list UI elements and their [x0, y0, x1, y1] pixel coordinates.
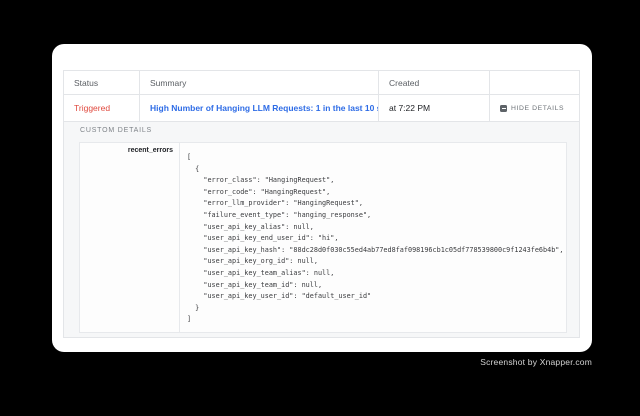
actions-cell: HIDE DETAILS: [490, 95, 579, 121]
custom-details-panel: CUSTOM DETAILS recent_errors [ { "error_…: [63, 122, 580, 338]
column-header-actions: [490, 71, 579, 94]
detail-json-value: [ { "error_class": "HangingRequest", "er…: [180, 143, 566, 332]
table-header-row: Status Summary Created: [63, 70, 580, 95]
alerts-table: Status Summary Created Triggered High Nu…: [63, 70, 580, 338]
column-header-status: Status: [64, 71, 140, 94]
detail-field-name: recent_errors: [80, 143, 180, 332]
minus-square-icon: [500, 105, 507, 112]
hide-details-button[interactable]: HIDE DETAILS: [500, 105, 564, 112]
details-code-box: recent_errors [ { "error_class": "Hangin…: [79, 142, 567, 333]
column-header-summary: Summary: [140, 71, 379, 94]
status-cell: Triggered: [64, 95, 140, 121]
alert-table-row: Triggered High Number of Hanging LLM Req…: [63, 95, 580, 122]
summary-link[interactable]: High Number of Hanging LLM Requests: 1 i…: [150, 103, 379, 113]
created-cell: at 7:22 PM: [379, 95, 490, 121]
created-timestamp: at 7:22 PM: [389, 103, 430, 113]
column-header-created: Created: [379, 71, 490, 94]
alert-details-card: Status Summary Created Triggered High Nu…: [52, 44, 592, 352]
custom-details-label: CUSTOM DETAILS: [80, 127, 579, 137]
status-badge: Triggered: [74, 103, 110, 113]
summary-cell: High Number of Hanging LLM Requests: 1 i…: [140, 95, 379, 121]
hide-details-label: HIDE DETAILS: [511, 105, 564, 112]
xnapper-watermark: Screenshot by Xnapper.com: [480, 357, 592, 367]
